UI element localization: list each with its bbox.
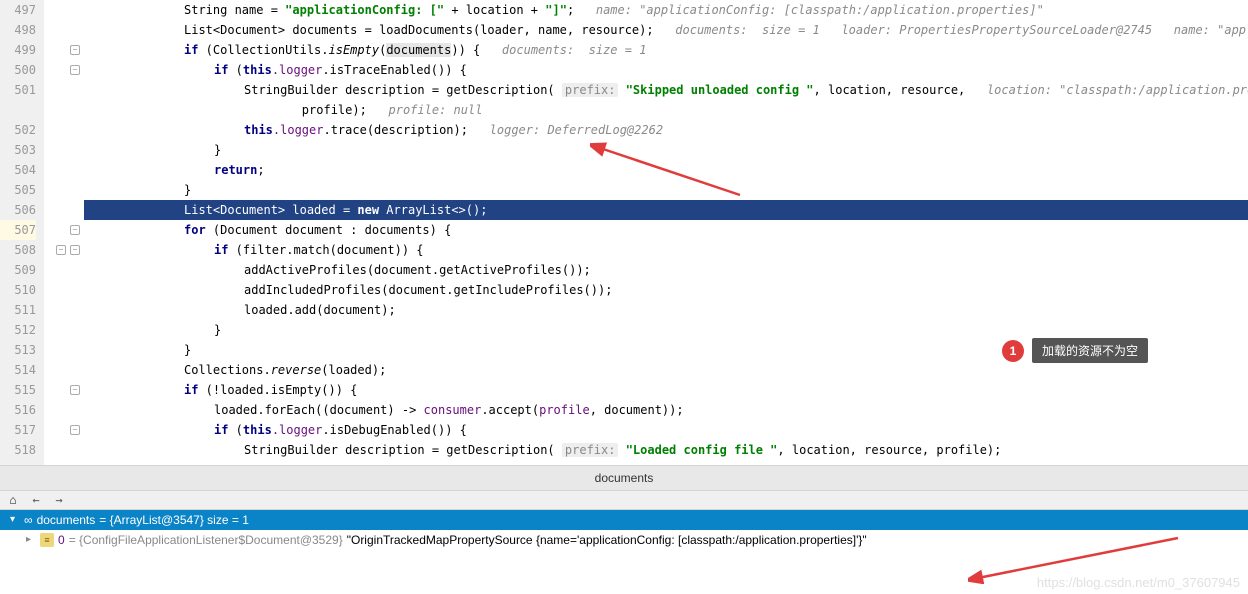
annotation-badge: 1 加载的资源不为空 <box>1002 338 1148 363</box>
code-content[interactable]: String name = "applicationConfig: [" + l… <box>84 0 1248 465</box>
code-line[interactable]: for (Document document : documents) { <box>84 220 1248 240</box>
debug-variables-header: documents <box>0 466 1248 491</box>
code-line[interactable]: if (filter.match(document)) { <box>84 240 1248 260</box>
code-line[interactable]: } <box>84 140 1248 160</box>
code-line[interactable]: return; <box>84 160 1248 180</box>
expand-icon[interactable]: ▾ <box>10 510 20 530</box>
back-icon[interactable]: ← <box>26 492 46 508</box>
code-line[interactable]: loaded.forEach((document) -> consumer.ac… <box>84 400 1248 420</box>
code-line[interactable]: if (CollectionUtils.isEmpty(documents)) … <box>84 40 1248 60</box>
code-editor[interactable]: 497 498 499 500 501 502 503 504 505 506 … <box>0 0 1248 466</box>
debug-toolbar: ⌂ ← → <box>0 491 1248 510</box>
variable-index: 0 <box>58 530 65 550</box>
variable-name: documents <box>37 510 96 530</box>
debug-variables-panel[interactable]: ▾ ∞ documents = {ArrayList@3547} size = … <box>0 510 1248 594</box>
code-line[interactable]: List<Document> documents = loadDocuments… <box>84 20 1248 40</box>
annotation-label: 加载的资源不为空 <box>1032 338 1148 363</box>
variable-type: = {ArrayList@3547} size = 1 <box>99 510 249 530</box>
variable-row-documents[interactable]: ▾ ∞ documents = {ArrayList@3547} size = … <box>0 510 1248 530</box>
code-line[interactable]: Collections.reverse(loaded); <box>84 360 1248 380</box>
annotation-number: 1 <box>1002 340 1024 362</box>
element-icon: ≡ <box>40 533 54 547</box>
fold-gutter[interactable]: − − − − − − − <box>44 0 84 465</box>
variable-row-item[interactable]: ▸ ≡ 0 = {ConfigFileApplicationListener$D… <box>0 530 1248 550</box>
code-line[interactable]: String name = "applicationConfig: [" + l… <box>84 0 1248 20</box>
reference-icon: ∞ <box>24 510 33 530</box>
execution-line[interactable]: List<Document> loaded = new ArrayList<>(… <box>84 200 1248 220</box>
code-line[interactable]: if (!loaded.isEmpty()) { <box>84 380 1248 400</box>
expand-icon[interactable]: ▸ <box>26 530 36 550</box>
code-line[interactable]: if (this.logger.isTraceEnabled()) { <box>84 60 1248 80</box>
code-line[interactable]: profile); profile: null <box>84 100 1248 120</box>
variable-value: "OriginTrackedMapPropertySource {name='a… <box>347 530 867 550</box>
watermark: https://blog.csdn.net/m0_37607945 <box>1037 575 1240 590</box>
code-line[interactable]: } <box>84 180 1248 200</box>
code-line[interactable]: StringBuilder description = getDescripti… <box>84 80 1248 100</box>
code-line[interactable]: addIncludedProfiles(document.getIncludeP… <box>84 280 1248 300</box>
code-line[interactable]: StringBuilder description = getDescripti… <box>84 440 1248 460</box>
variable-type: = {ConfigFileApplicationListener$Documen… <box>69 530 343 550</box>
code-line[interactable]: this.logger.trace(description); logger: … <box>84 120 1248 140</box>
code-line[interactable]: if (this.logger.isDebugEnabled()) { <box>84 420 1248 440</box>
code-line[interactable]: loaded.add(document); <box>84 300 1248 320</box>
home-icon[interactable]: ⌂ <box>3 492 23 508</box>
code-line[interactable]: } <box>84 320 1248 340</box>
forward-icon[interactable]: → <box>49 492 69 508</box>
line-number-gutter: 497 498 499 500 501 502 503 504 505 506 … <box>0 0 44 465</box>
code-line[interactable]: addActiveProfiles(document.getActiveProf… <box>84 260 1248 280</box>
